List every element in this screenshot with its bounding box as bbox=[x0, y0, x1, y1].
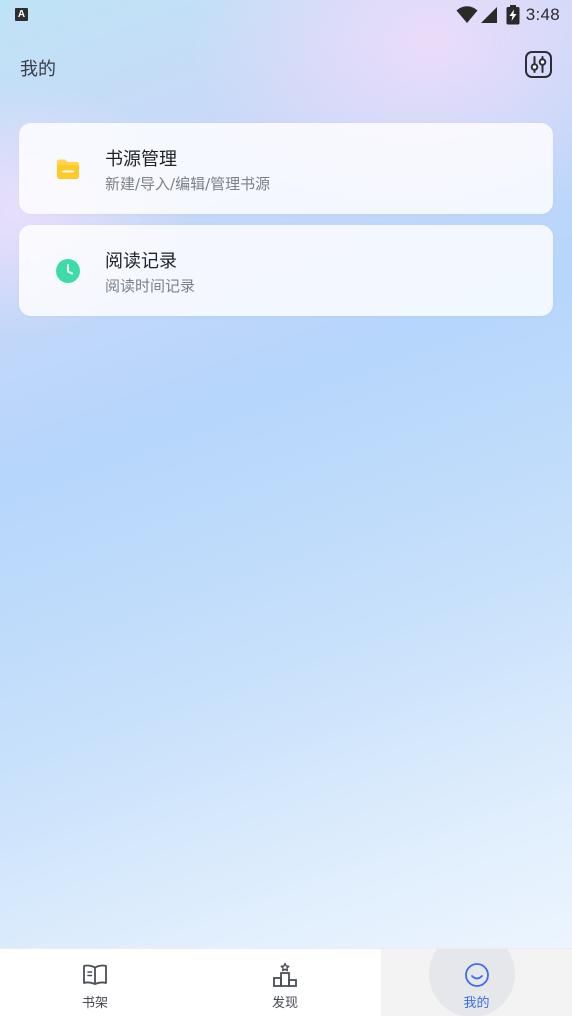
status-time: 3:48 bbox=[525, 5, 560, 24]
status-bar: A 3:48 bbox=[0, 0, 572, 30]
page-title: 我的 bbox=[20, 59, 56, 80]
tab-bookshelf[interactable]: 书架 bbox=[0, 949, 190, 1016]
status-icons: 3:48 bbox=[456, 4, 560, 26]
folder-icon bbox=[57, 159, 79, 179]
tab-mine[interactable]: 我的 bbox=[381, 949, 572, 1016]
notification-icon: A bbox=[15, 8, 28, 21]
menu-item-subtitle: 新建/导入/编辑/管理书源 bbox=[105, 175, 271, 193]
menu-item-reading-history[interactable]: 阅读记录 阅读时间记录 bbox=[19, 225, 553, 316]
sliders-icon bbox=[525, 51, 552, 78]
wifi-icon bbox=[456, 6, 478, 23]
tab-label: 发现 bbox=[271, 996, 298, 1011]
signal-icon bbox=[480, 7, 497, 23]
battery-charging-icon bbox=[506, 5, 520, 25]
tab-label: 书架 bbox=[81, 996, 108, 1011]
podium-icon bbox=[273, 962, 297, 987]
tab-discover[interactable]: 发现 bbox=[190, 949, 380, 1016]
clock-icon bbox=[56, 259, 80, 283]
bottom-navigation: 书架 发现 我的 bbox=[0, 948, 572, 1016]
menu-item-source-management[interactable]: 书源管理 新建/导入/编辑/管理书源 bbox=[19, 123, 553, 214]
menu-item-title: 书源管理 bbox=[105, 149, 177, 170]
menu-item-title: 阅读记录 bbox=[105, 251, 177, 272]
smile-icon bbox=[464, 963, 489, 987]
menu-item-subtitle: 阅读时间记录 bbox=[105, 277, 196, 295]
tab-label: 我的 bbox=[463, 996, 490, 1011]
settings-button[interactable] bbox=[524, 50, 553, 79]
book-icon bbox=[83, 964, 107, 985]
